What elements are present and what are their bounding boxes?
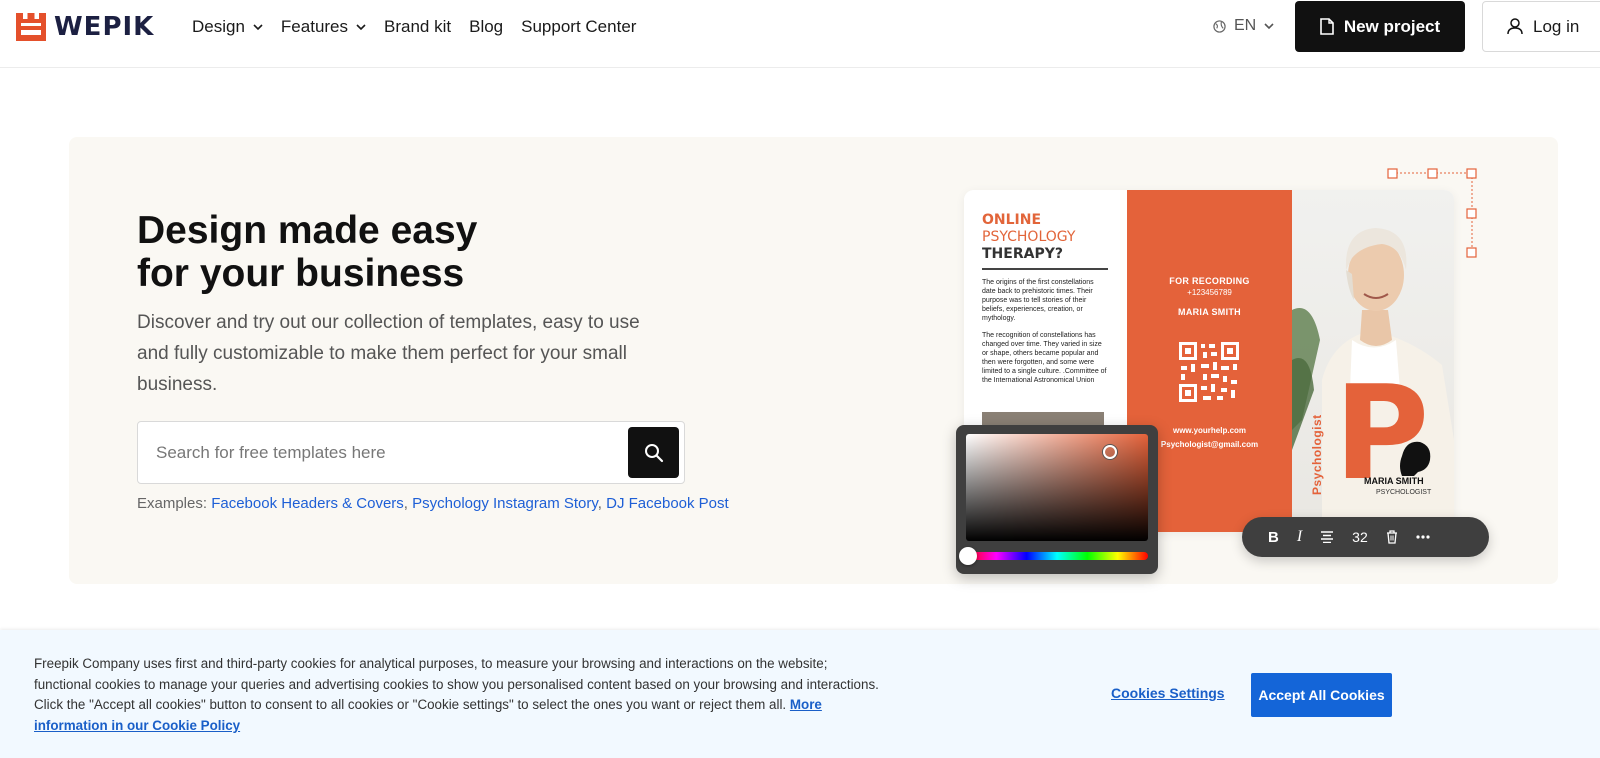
phone-number: +123456789	[1187, 288, 1232, 297]
examples-prefix: Examples:	[137, 495, 212, 512]
chevron-down-icon	[253, 24, 263, 31]
nav-features-label: Features	[280, 17, 349, 36]
search-box	[137, 421, 685, 484]
logo[interactable]: WEPIK	[16, 12, 154, 42]
mid-name: MARIA SMITH	[1178, 307, 1241, 317]
chevron-down-icon	[356, 24, 366, 31]
nav-design[interactable]: Design	[192, 17, 263, 37]
nav-blog[interactable]: Blog	[469, 17, 503, 37]
color-saturation-area[interactable]	[966, 434, 1148, 541]
color-picker-handle[interactable]	[1103, 445, 1117, 459]
person-role: PSYCHOLOGIST	[1376, 489, 1432, 496]
text-toolbar: B I 32	[1242, 517, 1489, 557]
card-divider	[982, 268, 1108, 270]
hue-slider[interactable]	[966, 552, 1148, 560]
head-silhouette-icon	[1400, 441, 1431, 476]
new-project-button[interactable]: New project	[1295, 1, 1465, 52]
search-icon	[644, 443, 663, 462]
new-project-label: New project	[1343, 16, 1441, 36]
chevron-down-icon	[1264, 23, 1274, 30]
login-button[interactable]: Log in	[1482, 1, 1600, 52]
search-input[interactable]	[139, 423, 619, 482]
example-link-psychology-story[interactable]: Psychology Instagram Story	[412, 495, 598, 512]
login-label: Log in	[1533, 16, 1580, 36]
nav-design-label: Design	[192, 17, 245, 36]
hero-title: Design made easy for your business	[137, 209, 617, 295]
example-link-facebook-headers[interactable]: Facebook Headers & Covers	[211, 495, 404, 512]
cookies-settings-button[interactable]: Cookies Settings	[1111, 685, 1225, 701]
globe-icon	[1213, 19, 1226, 33]
qr-code-icon	[1177, 340, 1241, 404]
recording-label: FOR RECORDING	[1169, 276, 1250, 286]
nav-brand-kit[interactable]: Brand kit	[384, 17, 451, 37]
card-title-line2: PSYCHOLOGY	[982, 229, 1076, 245]
accept-all-cookies-button[interactable]: Accept All Cookies	[1251, 673, 1392, 717]
hero-subtitle: Discover and try out our collection of t…	[137, 312, 640, 395]
vertical-role-label: Psychologist	[1310, 414, 1324, 495]
cookie-message: Freepik Company uses first and third-par…	[34, 656, 879, 713]
user-icon	[1507, 18, 1523, 35]
font-size-value[interactable]: 32	[1352, 528, 1368, 546]
card-title-line1: ONLINE	[982, 212, 1042, 228]
trash-icon[interactable]	[1386, 528, 1398, 546]
hero-title-line1: Design made easy	[137, 209, 478, 252]
nav-features[interactable]: Features	[281, 17, 366, 37]
cookie-text: Freepik Company uses first and third-par…	[34, 654, 884, 737]
align-center-icon[interactable]	[1320, 528, 1334, 546]
hero-title-line2: for your business	[137, 252, 465, 295]
top-navbar: WEPIK Design Features Brand kit Blog Sup…	[0, 0, 1600, 68]
main-nav: Design Features Brand kit Blog Support C…	[192, 16, 654, 38]
language-selector[interactable]: EN	[1213, 17, 1274, 35]
card-paragraph-2: The recognition of constellations has ch…	[982, 332, 1107, 384]
cookie-banner: Freepik Company uses first and third-par…	[0, 630, 1600, 758]
selection-handles[interactable]	[1387, 168, 1477, 258]
hue-slider-knob[interactable]	[959, 547, 977, 565]
card-title-line3: THERAPY?	[982, 246, 1063, 262]
page: WEPIK Design Features Brand kit Blog Sup…	[0, 0, 1600, 758]
bold-icon[interactable]: B	[1268, 528, 1279, 546]
color-picker	[956, 425, 1158, 574]
logo-text: WEPIK	[54, 12, 155, 42]
example-link-dj-post[interactable]: DJ Facebook Post	[606, 495, 729, 512]
language-label: EN	[1234, 17, 1257, 34]
document-icon	[1320, 18, 1334, 35]
italic-icon[interactable]: I	[1297, 528, 1302, 546]
person-name: MARIA SMITH	[1364, 476, 1424, 486]
nav-support-center[interactable]: Support Center	[521, 17, 636, 37]
card-title: ONLINE PSYCHOLOGY THERAPY?	[982, 212, 1109, 263]
search-button[interactable]	[628, 427, 679, 478]
search-examples: Examples: Facebook Headers & Covers, Psy…	[137, 495, 729, 512]
wepik-logo-icon	[16, 13, 46, 41]
more-icon[interactable]	[1416, 528, 1430, 546]
card-paragraph-1: The origins of the first constellations …	[982, 279, 1094, 322]
